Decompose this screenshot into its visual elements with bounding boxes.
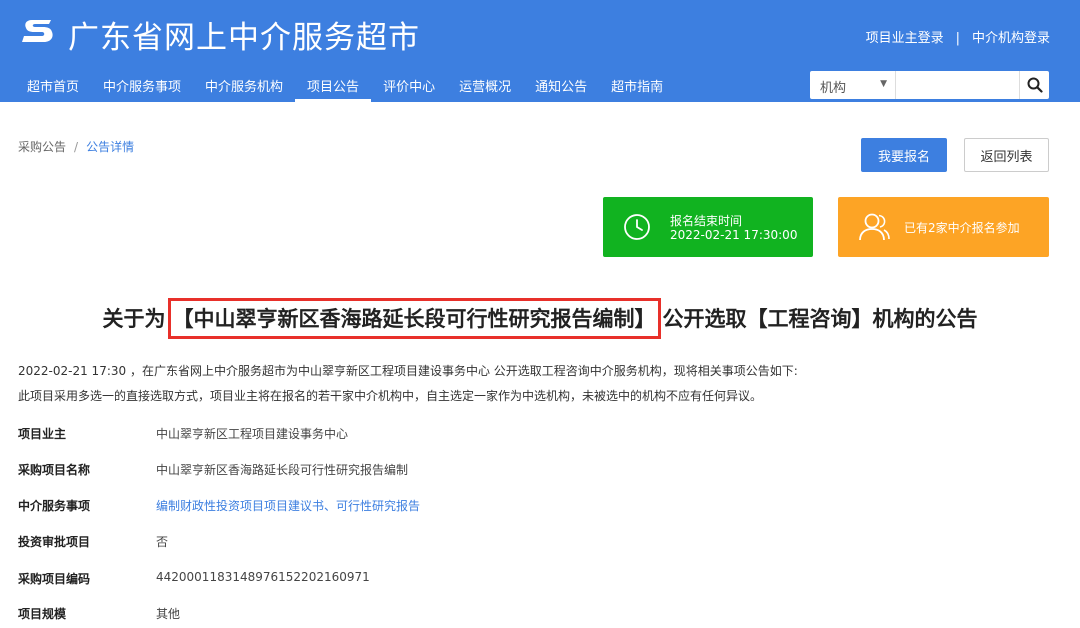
detail-key: 采购项目编码 — [18, 572, 91, 586]
detail-key: 采购项目名称 — [18, 463, 91, 477]
registration-count-card: 已有2家中介报名参加 — [838, 197, 1049, 257]
nav-item-project-notices[interactable]: 项目公告 — [295, 67, 372, 102]
breadcrumb-current: 公告详情 — [86, 140, 135, 154]
search-icon — [1027, 77, 1043, 93]
detail-value: 其他 — [156, 607, 181, 621]
detail-value: 中山翠亨新区工程项目建设事务中心 — [156, 427, 349, 441]
s-logo-icon[interactable] — [18, 12, 58, 52]
notice-title-highlight: 【中山翠亨新区香海路延长段可行性研究报告编制】 — [167, 298, 661, 339]
service-matter-link[interactable]: 编制财政性投资项目项目建议书、可行性研究报告 — [156, 497, 420, 514]
detail-key: 项目业主 — [18, 427, 67, 441]
deadline-card: 报名结束时间 2022-02-21 17:30:00 — [603, 197, 813, 257]
breadcrumb-root[interactable]: 采购公告 — [18, 140, 66, 154]
detail-key: 中介服务事项 — [18, 499, 91, 513]
signup-button[interactable]: 我要报名 — [861, 138, 947, 172]
site-title: 广东省网上中介服务超市 — [68, 20, 420, 56]
nav-item-announcements[interactable]: 通知公告 — [523, 67, 599, 102]
nav-item-service-matters[interactable]: 中介服务事项 — [91, 67, 193, 102]
detail-key: 项目规模 — [18, 607, 67, 621]
users-icon — [859, 213, 890, 241]
search-bar: 机构 ▼ — [810, 71, 1049, 99]
search-category-select[interactable]: 机构 ▼ — [810, 71, 896, 99]
detail-key: 投资审批项目 — [18, 535, 91, 549]
breadcrumb-separator: / — [74, 140, 79, 154]
notice-title-suffix: 公开选取【工程咨询】机构的公告 — [662, 307, 978, 331]
breadcrumb: 采购公告 / 公告详情 — [18, 138, 134, 155]
nav-item-evaluation[interactable]: 评价中心 — [371, 67, 447, 102]
registration-count-text: 已有2家中介报名参加 — [904, 221, 1020, 235]
search-button[interactable] — [1019, 71, 1049, 99]
search-input[interactable] — [897, 71, 1019, 99]
detail-value: 否 — [156, 535, 169, 549]
auth-separator: | — [955, 31, 960, 46]
nav-item-home[interactable]: 超市首页 — [15, 67, 91, 102]
nav-item-guide[interactable]: 超市指南 — [599, 67, 675, 102]
deadline-label: 报名结束时间 — [670, 214, 743, 228]
notice-selection-rule: 此项目采用多选一的直接选取方式，项目业主将在报名的若干家中介机构中，自主选定一家… — [18, 389, 763, 403]
back-to-list-button[interactable]: 返回列表 — [964, 138, 1049, 172]
site-header: 广东省网上中介服务超市 项目业主登录 | 中介机构登录 超市首页 中介服务事项 中介… — [0, 0, 1080, 102]
main-nav: 超市首页 中介服务事项 中介服务机构 项目公告 评价中心 运营概况 通知公告 超… — [15, 67, 675, 102]
notice-intro-paragraph: 2022-02-21 17:30 ，在广东省网上中介服务超市为中山翠亨新区工程项… — [18, 364, 798, 378]
owner-login-link[interactable]: 项目业主登录 — [866, 31, 944, 46]
agency-login-link[interactable]: 中介机构登录 — [972, 31, 1050, 46]
notice-title-prefix: 关于为 — [102, 307, 166, 331]
deadline-value: 2022-02-21 17:30:00 — [670, 228, 798, 242]
notice-title: 关于为 【中山翠亨新区香海路延长段可行性研究报告编制】 公开选取【工程咨询】机构的公… — [0, 298, 1080, 339]
auth-links: 项目业主登录 | 中介机构登录 — [866, 27, 1050, 46]
nav-item-operations[interactable]: 运营概况 — [447, 67, 523, 102]
detail-value: 中山翠亨新区香海路延长段可行性研究报告编制 — [156, 463, 409, 477]
caret-down-icon: ▼ — [880, 79, 887, 89]
search-category-value: 机构 — [820, 81, 847, 96]
detail-value: 442000118314897615220216097​1 — [156, 570, 370, 584]
clock-icon — [624, 214, 650, 240]
nav-item-service-agencies[interactable]: 中介服务机构 — [193, 67, 295, 102]
